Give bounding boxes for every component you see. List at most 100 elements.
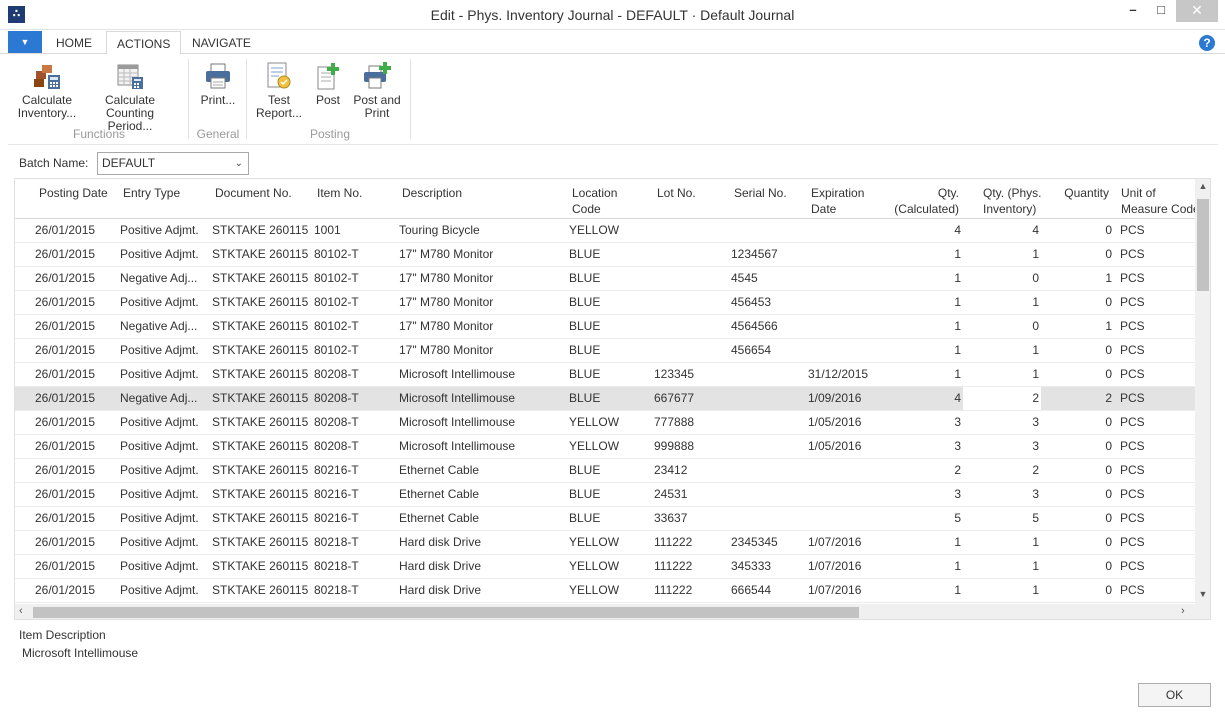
tab-actions[interactable]: ACTIONS	[106, 31, 182, 55]
col-header-unit-of-measure[interactable]: Unit of Measure Code	[1121, 185, 1195, 217]
cell-item-no[interactable]: 80216-T	[314, 511, 394, 525]
calculate-inventory-button[interactable]: Calculate Inventory...	[14, 61, 80, 120]
cell-location-code[interactable]: YELLOW	[569, 583, 649, 597]
cell-lot-no[interactable]: 111222	[654, 559, 724, 573]
cell-location-code[interactable]: BLUE	[569, 391, 649, 405]
col-header-lot-no[interactable]: Lot No.	[657, 185, 696, 201]
cell-description[interactable]: Microsoft Intellimouse	[399, 415, 564, 429]
cell-qty-phys-inventory[interactable]: 1	[965, 367, 1039, 381]
cell-posting-date[interactable]: 26/01/2015	[35, 439, 115, 453]
cell-location-code[interactable]: YELLOW	[569, 559, 649, 573]
tab-home[interactable]: HOME	[46, 31, 102, 55]
col-header-description[interactable]: Description	[402, 185, 462, 201]
cell-qty-phys-inventory[interactable]: 0	[965, 319, 1039, 333]
cell-description[interactable]: Hard disk Drive	[399, 535, 564, 549]
cell-posting-date[interactable]: 26/01/2015	[35, 559, 115, 573]
cell-document-no[interactable]: STKTAKE 260115	[212, 271, 312, 285]
vertical-scroll-thumb[interactable]	[1197, 199, 1209, 291]
col-header-qty-phys-inventory[interactable]: Qty. (Phys. Inventory)	[983, 185, 1041, 217]
cell-unit-of-measure[interactable]: PCS	[1120, 295, 1190, 309]
cell-qty-phys-inventory[interactable]: 1	[965, 247, 1039, 261]
cell-posting-date[interactable]: 26/01/2015	[35, 319, 115, 333]
cell-quantity[interactable]: 0	[1041, 223, 1112, 237]
cell-item-no[interactable]: 1001	[314, 223, 394, 237]
cell-document-no[interactable]: STKTAKE 260115	[212, 583, 312, 597]
cell-qty-phys-inventory[interactable]: 2	[965, 463, 1039, 477]
cell-posting-date[interactable]: 26/01/2015	[35, 223, 115, 237]
cell-quantity[interactable]: 0	[1041, 439, 1112, 453]
cell-expiration-date[interactable]: 1/07/2016	[808, 559, 883, 573]
cell-entry-type[interactable]: Positive Adjmt.	[120, 583, 204, 597]
cell-location-code[interactable]: BLUE	[569, 319, 649, 333]
calculate-counting-period-button[interactable]: Calculate Counting Period...	[82, 61, 178, 133]
cell-description[interactable]: 17" M780 Monitor	[399, 343, 564, 357]
cell-quantity[interactable]: 0	[1041, 559, 1112, 573]
cell-qty-phys-inventory[interactable]: 3	[965, 487, 1039, 501]
print-button[interactable]: Print...	[194, 61, 242, 107]
cell-qty-calculated[interactable]: 4	[885, 391, 961, 405]
ok-button[interactable]: OK	[1138, 683, 1211, 707]
cell-document-no[interactable]: STKTAKE 260115	[212, 223, 312, 237]
minimize-icon[interactable]: –	[1120, 0, 1146, 22]
cell-entry-type[interactable]: Positive Adjmt.	[120, 535, 204, 549]
scroll-up-icon[interactable]: ▲	[1195, 181, 1210, 191]
cell-serial-no[interactable]: 345333	[731, 559, 803, 573]
cell-qty-phys-inventory[interactable]: 1	[965, 583, 1039, 597]
cell-entry-type[interactable]: Positive Adjmt.	[120, 223, 204, 237]
cell-expiration-date[interactable]: 1/07/2016	[808, 583, 883, 597]
cell-serial-no[interactable]: 456453	[731, 295, 803, 309]
cell-unit-of-measure[interactable]: PCS	[1120, 415, 1190, 429]
col-header-expiration-date[interactable]: Expiration Date	[811, 185, 864, 217]
cell-serial-no[interactable]: 1234567	[731, 247, 803, 261]
cell-posting-date[interactable]: 26/01/2015	[35, 487, 115, 501]
table-row[interactable]: 26/01/2015 Positive Adjmt. STKTAKE 260115 8…	[15, 507, 1195, 531]
cell-qty-calculated[interactable]: 4	[885, 223, 961, 237]
cell-unit-of-measure[interactable]: PCS	[1120, 223, 1190, 237]
cell-qty-phys-inventory[interactable]: 1	[965, 295, 1039, 309]
cell-qty-calculated[interactable]: 1	[885, 583, 961, 597]
cell-document-no[interactable]: STKTAKE 260115	[212, 559, 312, 573]
scroll-down-icon[interactable]: ▼	[1195, 589, 1210, 599]
cell-serial-no[interactable]: 2345345	[731, 535, 803, 549]
cell-description[interactable]: 17" M780 Monitor	[399, 295, 564, 309]
cell-serial-no[interactable]: 4564566	[731, 319, 803, 333]
cell-document-no[interactable]: STKTAKE 260115	[212, 247, 312, 261]
cell-qty-calculated[interactable]: 1	[885, 559, 961, 573]
cell-lot-no[interactable]: 23412	[654, 463, 724, 477]
table-row[interactable]: 26/01/2015 Positive Adjmt. STKTAKE 260115 8…	[15, 363, 1195, 387]
table-row[interactable]: 26/01/2015 Negative Adj... STKTAKE 260115 8…	[15, 387, 1195, 411]
vertical-scrollbar[interactable]: ▲ ▼	[1195, 179, 1210, 604]
cell-qty-phys-inventory[interactable]: 4	[965, 223, 1039, 237]
cell-document-no[interactable]: STKTAKE 260115	[212, 367, 312, 381]
cell-qty-calculated[interactable]: 1	[885, 295, 961, 309]
col-header-location-code[interactable]: Location Code	[572, 185, 617, 217]
table-row[interactable]: 26/01/2015 Positive Adjmt. STKTAKE 260115 8…	[15, 483, 1195, 507]
cell-qty-phys-inventory[interactable]: 3	[965, 439, 1039, 453]
post-button[interactable]: Post	[310, 61, 346, 107]
cell-qty-calculated[interactable]: 3	[885, 487, 961, 501]
cell-qty-calculated[interactable]: 3	[885, 415, 961, 429]
cell-quantity[interactable]: 0	[1041, 487, 1112, 501]
cell-location-code[interactable]: YELLOW	[569, 415, 649, 429]
cell-lot-no[interactable]: 24531	[654, 487, 724, 501]
cell-unit-of-measure[interactable]: PCS	[1120, 535, 1190, 549]
table-row[interactable]: 26/01/2015 Positive Adjmt. STKTAKE 260115 8…	[15, 435, 1195, 459]
cell-quantity[interactable]: 0	[1041, 583, 1112, 597]
cell-location-code[interactable]: BLUE	[569, 271, 649, 285]
col-header-item-no[interactable]: Item No.	[317, 185, 362, 201]
cell-quantity[interactable]: 1	[1041, 271, 1112, 285]
cell-serial-no[interactable]: 456654	[731, 343, 803, 357]
cell-lot-no[interactable]: 123345	[654, 367, 724, 381]
col-header-qty-calculated[interactable]: Qty. (Calculated)	[885, 185, 959, 217]
cell-description[interactable]: Ethernet Cable	[399, 487, 564, 501]
cell-location-code[interactable]: BLUE	[569, 247, 649, 261]
col-header-serial-no[interactable]: Serial No.	[734, 185, 787, 201]
cell-entry-type[interactable]: Positive Adjmt.	[120, 463, 204, 477]
cell-lot-no[interactable]: 667677	[654, 391, 724, 405]
cell-document-no[interactable]: STKTAKE 260115	[212, 535, 312, 549]
cell-item-no[interactable]: 80102-T	[314, 271, 394, 285]
cell-document-no[interactable]: STKTAKE 260115	[212, 439, 312, 453]
cell-lot-no[interactable]: 33637	[654, 511, 724, 525]
cell-item-no[interactable]: 80216-T	[314, 487, 394, 501]
cell-posting-date[interactable]: 26/01/2015	[35, 463, 115, 477]
